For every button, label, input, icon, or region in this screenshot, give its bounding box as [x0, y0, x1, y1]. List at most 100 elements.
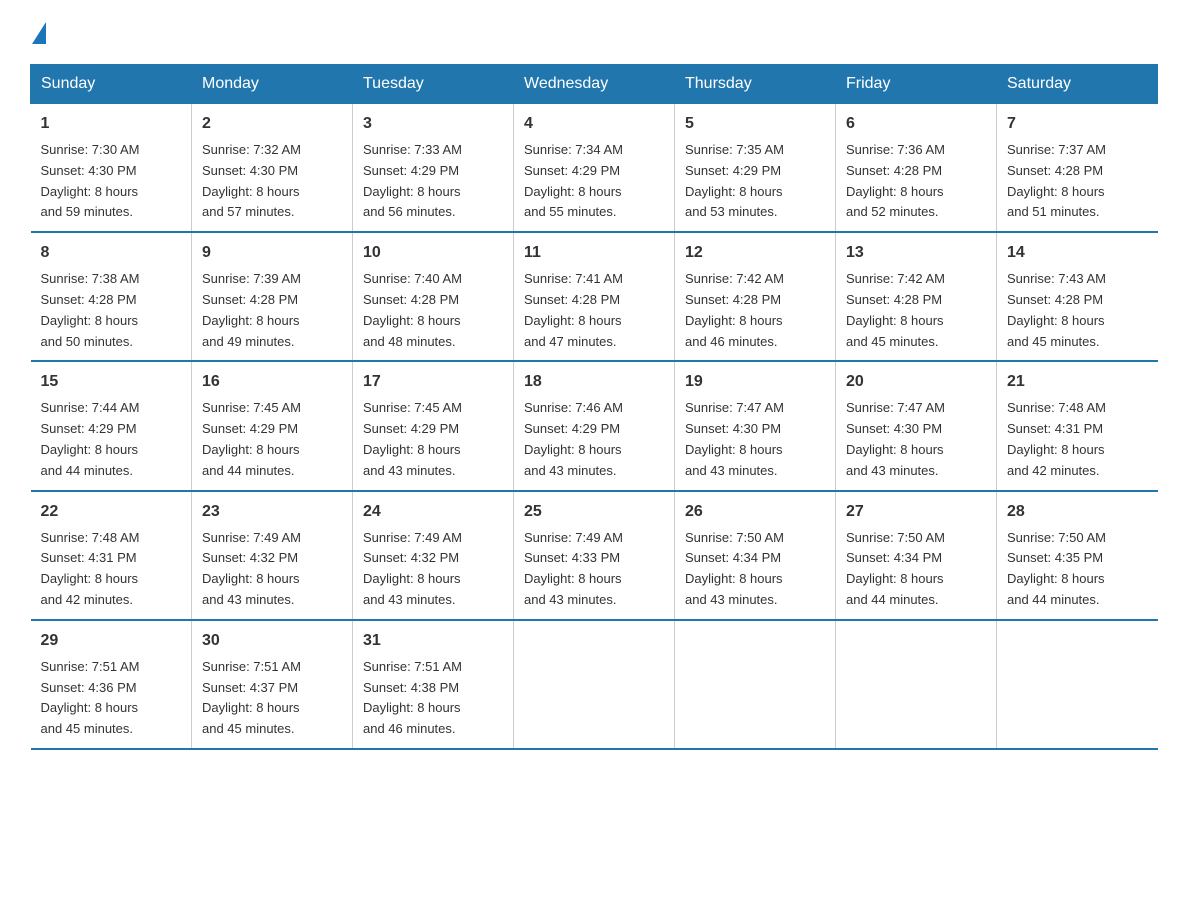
day-cell	[836, 620, 997, 749]
header-thursday: Thursday	[675, 65, 836, 104]
day-cell: 8 Sunrise: 7:38 AMSunset: 4:28 PMDaylight…	[31, 232, 192, 361]
day-cell: 21 Sunrise: 7:48 AMSunset: 4:31 PMDayligh…	[997, 361, 1158, 490]
day-number: 3	[363, 112, 503, 136]
week-row-2: 8 Sunrise: 7:38 AMSunset: 4:28 PMDaylight…	[31, 232, 1158, 361]
logo-blue-part	[30, 20, 48, 44]
day-info: Sunrise: 7:45 AMSunset: 4:29 PMDaylight:…	[363, 398, 503, 481]
logo-triangle-icon	[32, 22, 46, 44]
day-info: Sunrise: 7:50 AMSunset: 4:35 PMDaylight:…	[1007, 528, 1148, 611]
day-cell: 24 Sunrise: 7:49 AMSunset: 4:32 PMDayligh…	[353, 491, 514, 620]
day-info: Sunrise: 7:36 AMSunset: 4:28 PMDaylight:…	[846, 140, 986, 223]
day-info: Sunrise: 7:42 AMSunset: 4:28 PMDaylight:…	[685, 269, 825, 352]
week-row-3: 15Sunrise: 7:44 AMSunset: 4:29 PMDayligh…	[31, 361, 1158, 490]
day-cell: 2Sunrise: 7:32 AMSunset: 4:30 PMDaylight…	[192, 104, 353, 233]
day-cell: 9Sunrise: 7:39 AMSunset: 4:28 PMDaylight…	[192, 232, 353, 361]
day-cell: 7Sunrise: 7:37 AMSunset: 4:28 PMDaylight…	[997, 104, 1158, 233]
day-number: 19	[685, 370, 825, 394]
day-cell: 17 Sunrise: 7:45 AMSunset: 4:29 PMDayligh…	[353, 361, 514, 490]
header-wednesday: Wednesday	[514, 65, 675, 104]
day-number: 29	[41, 629, 182, 653]
day-number: 30	[202, 629, 342, 653]
day-info: Sunrise: 7:49 AMSunset: 4:32 PMDaylight:…	[202, 528, 342, 611]
day-cell: 11 Sunrise: 7:41 AMSunset: 4:28 PMDayligh…	[514, 232, 675, 361]
day-number: 10	[363, 241, 503, 265]
day-number: 11	[524, 241, 664, 265]
header-sunday: Sunday	[31, 65, 192, 104]
day-info: Sunrise: 7:42 AMSunset: 4:28 PMDaylight:…	[846, 269, 986, 352]
day-cell: 26Sunrise: 7:50 AMSunset: 4:34 PMDayligh…	[675, 491, 836, 620]
day-number: 24	[363, 500, 503, 524]
day-number: 18	[524, 370, 664, 394]
header-monday: Monday	[192, 65, 353, 104]
day-info: Sunrise: 7:50 AMSunset: 4:34 PMDaylight:…	[846, 528, 986, 611]
day-cell: 20 Sunrise: 7:47 AMSunset: 4:30 PMDayligh…	[836, 361, 997, 490]
day-number: 26	[685, 500, 825, 524]
day-number: 27	[846, 500, 986, 524]
day-info: Sunrise: 7:39 AMSunset: 4:28 PMDaylight:…	[202, 269, 342, 352]
day-number: 25	[524, 500, 664, 524]
day-cell: 3 Sunrise: 7:33 AMSunset: 4:29 PMDaylight…	[353, 104, 514, 233]
day-cell	[514, 620, 675, 749]
day-cell	[997, 620, 1158, 749]
day-number: 31	[363, 629, 503, 653]
day-info: Sunrise: 7:35 AMSunset: 4:29 PMDaylight:…	[685, 140, 825, 223]
day-number: 28	[1007, 500, 1148, 524]
day-cell: 15Sunrise: 7:44 AMSunset: 4:29 PMDayligh…	[31, 361, 192, 490]
day-cell: 4 Sunrise: 7:34 AMSunset: 4:29 PMDaylight…	[514, 104, 675, 233]
day-number: 4	[524, 112, 664, 136]
day-number: 14	[1007, 241, 1148, 265]
day-info: Sunrise: 7:51 AMSunset: 4:37 PMDaylight:…	[202, 657, 342, 740]
day-info: Sunrise: 7:43 AMSunset: 4:28 PMDaylight:…	[1007, 269, 1148, 352]
day-info: Sunrise: 7:30 AMSunset: 4:30 PMDaylight:…	[41, 140, 182, 223]
day-number: 12	[685, 241, 825, 265]
day-info: Sunrise: 7:49 AMSunset: 4:32 PMDaylight:…	[363, 528, 503, 611]
week-row-5: 29 Sunrise: 7:51 AMSunset: 4:36 PMDayligh…	[31, 620, 1158, 749]
day-cell: 10 Sunrise: 7:40 AMSunset: 4:28 PMDayligh…	[353, 232, 514, 361]
day-cell: 14 Sunrise: 7:43 AMSunset: 4:28 PMDayligh…	[997, 232, 1158, 361]
day-number: 23	[202, 500, 342, 524]
day-info: Sunrise: 7:51 AMSunset: 4:36 PMDaylight:…	[41, 657, 182, 740]
day-cell: 5Sunrise: 7:35 AMSunset: 4:29 PMDaylight…	[675, 104, 836, 233]
day-number: 6	[846, 112, 986, 136]
header-saturday: Saturday	[997, 65, 1158, 104]
day-cell: 23 Sunrise: 7:49 AMSunset: 4:32 PMDayligh…	[192, 491, 353, 620]
page-header	[30, 20, 1158, 44]
week-row-1: 1Sunrise: 7:30 AMSunset: 4:30 PMDaylight…	[31, 104, 1158, 233]
day-number: 8	[41, 241, 182, 265]
day-number: 2	[202, 112, 342, 136]
day-number: 21	[1007, 370, 1148, 394]
day-number: 17	[363, 370, 503, 394]
header-friday: Friday	[836, 65, 997, 104]
day-info: Sunrise: 7:45 AMSunset: 4:29 PMDaylight:…	[202, 398, 342, 481]
day-info: Sunrise: 7:33 AMSunset: 4:29 PMDaylight:…	[363, 140, 503, 223]
day-info: Sunrise: 7:49 AMSunset: 4:33 PMDaylight:…	[524, 528, 664, 611]
day-cell: 31 Sunrise: 7:51 AMSunset: 4:38 PMDayligh…	[353, 620, 514, 749]
day-info: Sunrise: 7:51 AMSunset: 4:38 PMDaylight:…	[363, 657, 503, 740]
day-info: Sunrise: 7:38 AMSunset: 4:28 PMDaylight:…	[41, 269, 182, 352]
day-cell: 1Sunrise: 7:30 AMSunset: 4:30 PMDaylight…	[31, 104, 192, 233]
day-info: Sunrise: 7:37 AMSunset: 4:28 PMDaylight:…	[1007, 140, 1148, 223]
day-cell: 22Sunrise: 7:48 AMSunset: 4:31 PMDayligh…	[31, 491, 192, 620]
day-info: Sunrise: 7:44 AMSunset: 4:29 PMDaylight:…	[41, 398, 182, 481]
day-cell: 28 Sunrise: 7:50 AMSunset: 4:35 PMDayligh…	[997, 491, 1158, 620]
day-info: Sunrise: 7:46 AMSunset: 4:29 PMDaylight:…	[524, 398, 664, 481]
day-cell	[675, 620, 836, 749]
day-cell: 18 Sunrise: 7:46 AMSunset: 4:29 PMDayligh…	[514, 361, 675, 490]
day-cell: 27 Sunrise: 7:50 AMSunset: 4:34 PMDayligh…	[836, 491, 997, 620]
day-info: Sunrise: 7:40 AMSunset: 4:28 PMDaylight:…	[363, 269, 503, 352]
day-info: Sunrise: 7:48 AMSunset: 4:31 PMDaylight:…	[1007, 398, 1148, 481]
week-row-4: 22Sunrise: 7:48 AMSunset: 4:31 PMDayligh…	[31, 491, 1158, 620]
day-cell: 16 Sunrise: 7:45 AMSunset: 4:29 PMDayligh…	[192, 361, 353, 490]
day-number: 16	[202, 370, 342, 394]
day-cell: 25 Sunrise: 7:49 AMSunset: 4:33 PMDayligh…	[514, 491, 675, 620]
day-info: Sunrise: 7:47 AMSunset: 4:30 PMDaylight:…	[685, 398, 825, 481]
day-info: Sunrise: 7:41 AMSunset: 4:28 PMDaylight:…	[524, 269, 664, 352]
day-number: 22	[41, 500, 182, 524]
day-cell: 29 Sunrise: 7:51 AMSunset: 4:36 PMDayligh…	[31, 620, 192, 749]
day-info: Sunrise: 7:34 AMSunset: 4:29 PMDaylight:…	[524, 140, 664, 223]
day-number: 20	[846, 370, 986, 394]
header-tuesday: Tuesday	[353, 65, 514, 104]
day-cell: 30 Sunrise: 7:51 AMSunset: 4:37 PMDayligh…	[192, 620, 353, 749]
calendar-table: SundayMondayTuesdayWednesdayThursdayFrid…	[30, 64, 1158, 750]
day-info: Sunrise: 7:47 AMSunset: 4:30 PMDaylight:…	[846, 398, 986, 481]
